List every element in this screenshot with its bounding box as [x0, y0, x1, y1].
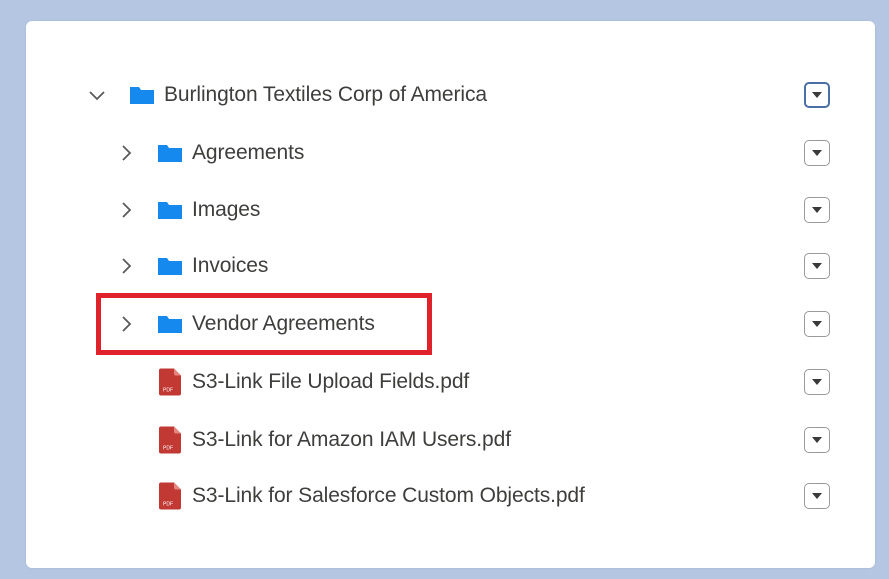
tree-node-label: Invoices [192, 254, 269, 277]
pdf-icon-text: PDF [163, 446, 173, 452]
row-menu-button[interactable] [804, 253, 830, 279]
highlight-box [96, 293, 432, 355]
tree-node-label: Burlington Textiles Corp of America [164, 83, 487, 106]
row-menu-button[interactable] [804, 369, 830, 395]
chevron-right-icon[interactable] [116, 200, 136, 220]
tree-row-invoices[interactable]: Invoices [26, 248, 875, 284]
row-menu-button[interactable] [804, 197, 830, 223]
pdf-icon-text: PDF [163, 502, 173, 508]
file-tree-card: Burlington Textiles Corp of America Agre… [26, 21, 875, 568]
chevron-right-icon[interactable] [116, 143, 136, 163]
row-menu-button[interactable] [804, 427, 830, 453]
folder-icon [129, 85, 155, 105]
tree-node-label: S3-Link for Salesforce Custom Objects.pd… [192, 484, 585, 507]
tree-node-label: S3-Link for Amazon IAM Users.pdf [192, 428, 511, 451]
tree-row-root[interactable]: Burlington Textiles Corp of America [26, 77, 875, 113]
chevron-down-icon[interactable] [87, 85, 107, 105]
row-menu-button[interactable] [804, 82, 830, 108]
pdf-icon-text: PDF [163, 388, 173, 394]
tree-row-agreements[interactable]: Agreements [26, 135, 875, 171]
chevron-right-icon[interactable] [116, 256, 136, 276]
pdf-file-icon: PDF [159, 426, 181, 454]
folder-icon [157, 143, 183, 163]
tree-row-file[interactable]: PDF S3-Link for Salesforce Custom Object… [26, 478, 875, 514]
row-menu-button[interactable] [804, 311, 830, 337]
tree-row-file[interactable]: PDF S3-Link for Amazon IAM Users.pdf [26, 422, 875, 458]
pdf-file-icon: PDF [159, 368, 181, 396]
tree-node-label: Agreements [192, 141, 305, 164]
row-menu-button[interactable] [804, 483, 830, 509]
tree-node-label: Images [192, 198, 261, 221]
row-menu-button[interactable] [804, 140, 830, 166]
folder-icon [157, 256, 183, 276]
tree-row-images[interactable]: Images [26, 192, 875, 228]
pdf-file-icon: PDF [159, 482, 181, 510]
tree-node-label: S3-Link File Upload Fields.pdf [192, 370, 470, 393]
tree-row-file[interactable]: PDF S3-Link File Upload Fields.pdf [26, 364, 875, 400]
folder-icon [157, 200, 183, 220]
